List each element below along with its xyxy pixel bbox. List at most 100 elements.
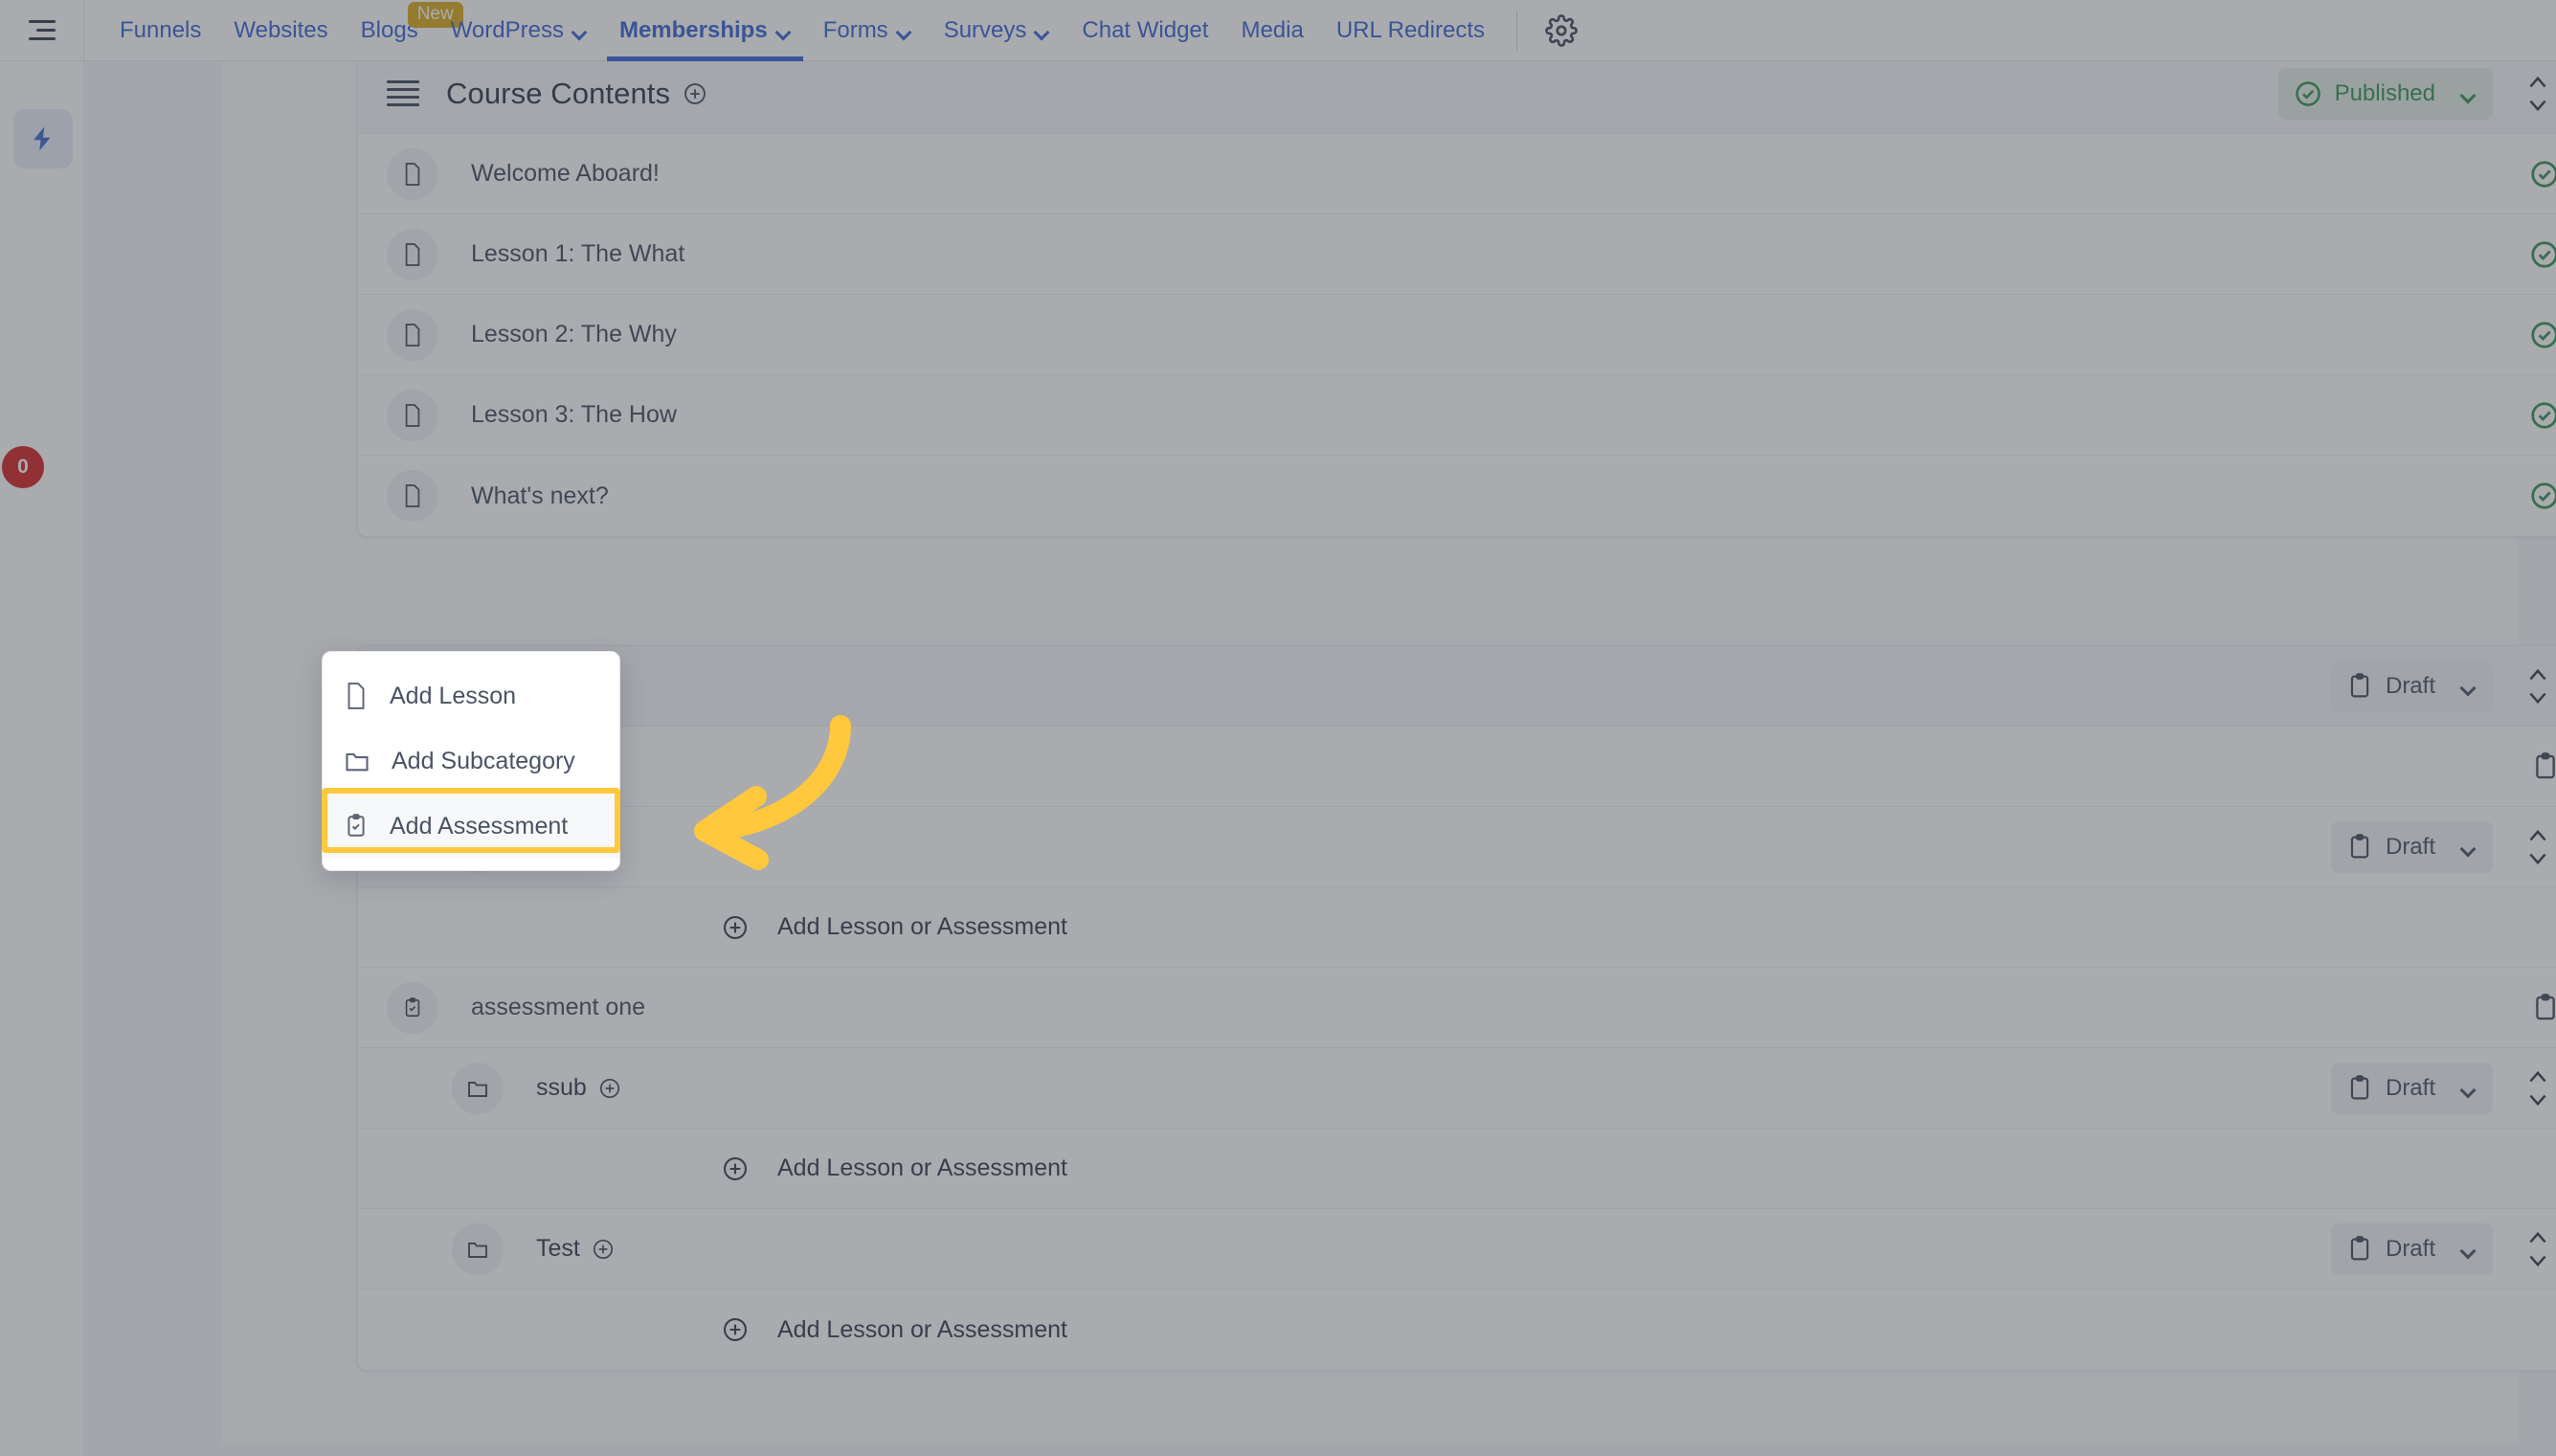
row-label: Test [536, 1235, 580, 1262]
nav-items: Funnels Websites Blogs New WordPress Mem… [84, 0, 1584, 61]
nav-item-label: Funnels [120, 16, 202, 43]
section-title-text: Course Contents [446, 76, 671, 110]
app-root: Funnels Websites Blogs New WordPress Mem… [0, 0, 2556, 1456]
status-label: Published [2334, 79, 2435, 106]
reorder-updown-icon [2529, 1070, 2546, 1106]
section-header-sample: Sample Draft [358, 646, 2556, 727]
settings-button[interactable] [1538, 8, 1584, 54]
reorder-updown-icon [2529, 76, 2546, 111]
row-label: Welcome Aboard! [471, 160, 660, 187]
chevron-down-icon [572, 27, 587, 35]
document-icon [387, 228, 438, 280]
table-row[interactable]: assessment one [358, 968, 2556, 1048]
status-badge-draft[interactable]: Draft [2330, 660, 2493, 712]
nav-item-label: Websites [234, 16, 328, 43]
row-label: Lesson 2: The Why [471, 321, 677, 347]
menu-item-add-lesson[interactable]: Add Lesson [323, 663, 619, 728]
row-status-icon[interactable] [2529, 400, 2556, 431]
check-circle-icon [2531, 240, 2556, 268]
clipboard-icon [2350, 833, 2369, 858]
table-row[interactable]: Welcome Aboard! [358, 134, 2556, 214]
status-label: Draft [2385, 1235, 2435, 1262]
table-row[interactable] [358, 727, 2556, 807]
section-header-course-contents: Course Contents Published [358, 54, 2556, 134]
plus-circle-icon[interactable] [683, 81, 707, 106]
nav-item-label: Memberships [618, 16, 768, 43]
check-circle-icon [2531, 401, 2556, 429]
sidebar-toggle-button[interactable] [0, 0, 84, 61]
plus-circle-icon[interactable] [598, 1077, 621, 1100]
row-label: What's next? [471, 482, 609, 509]
chevron-down-icon [2461, 1245, 2476, 1254]
add-lesson-or-assessment-button[interactable]: Add Lesson or Assessment [358, 1289, 2556, 1370]
status-badge-draft[interactable]: Draft [2330, 1222, 2493, 1275]
menu-item-label: Add Assessment [390, 812, 569, 840]
nav-item-label: URL Redirects [1335, 16, 1485, 43]
section-card-sample: Sample Draft [357, 645, 2556, 1371]
menu-item-label: Add Lesson [390, 682, 517, 709]
section-card-course-contents: Course Contents Published Welcome Aboard… [357, 53, 2556, 537]
table-row[interactable]: Lesson 3: The How [358, 375, 2556, 456]
row-label: assessment one [471, 994, 646, 1020]
plus-circle-icon [723, 915, 748, 939]
lightning-bolt-icon [34, 126, 51, 151]
nav-item-media[interactable]: Media [1224, 0, 1319, 61]
clipboard-check-icon [387, 981, 438, 1034]
status-label: Draft [2385, 833, 2435, 860]
table-row[interactable]: Lesson 2: The Why [358, 295, 2556, 375]
row-status-icon[interactable] [2529, 159, 2556, 190]
nav-item-forms[interactable]: Forms [807, 0, 928, 61]
nav-item-funnels[interactable]: Funnels [103, 0, 217, 61]
reorder-stepper[interactable] [2516, 659, 2556, 714]
table-row[interactable]: What's next? [358, 456, 2556, 536]
row-status-icon[interactable] [2531, 751, 2556, 782]
table-row[interactable]: e Draft [358, 807, 2556, 887]
nav-item-chat-widget[interactable]: Chat Widget [1065, 0, 1224, 61]
nav-item-memberships[interactable]: Memberships [603, 0, 807, 61]
reorder-updown-icon [2529, 668, 2546, 704]
row-status-group: Draft [2330, 819, 2556, 875]
document-icon [387, 470, 438, 522]
chevron-down-icon [2461, 843, 2476, 852]
document-icon [348, 683, 365, 709]
status-badge-draft[interactable]: Draft [2330, 820, 2493, 873]
nav-item-url-redirects[interactable]: URL Redirects [1320, 0, 1501, 61]
reorder-stepper[interactable] [2516, 66, 2556, 122]
row-status-icon[interactable] [2529, 239, 2556, 270]
reorder-stepper[interactable] [2516, 819, 2556, 875]
gear-icon [1545, 13, 1578, 47]
nav-item-label: Forms [822, 16, 888, 43]
folder-icon [452, 1062, 504, 1114]
nav-item-websites[interactable]: Websites [217, 0, 344, 61]
menu-item-add-assessment[interactable]: Add Assessment [323, 794, 619, 859]
chevron-down-icon [2461, 1085, 2476, 1093]
nav-item-blogs[interactable]: Blogs New [345, 0, 463, 61]
plus-circle-icon [723, 1317, 748, 1342]
table-row[interactable]: ssub Draft [358, 1048, 2556, 1129]
notification-badge[interactable]: 0 [2, 446, 44, 488]
table-row[interactable]: Lesson 1: The What [358, 214, 2556, 295]
drag-handle-icon[interactable] [387, 80, 427, 106]
section-title: Course Contents [446, 77, 707, 111]
reorder-stepper[interactable] [2516, 1221, 2556, 1277]
row-label: ssub [536, 1074, 587, 1101]
document-icon [387, 308, 438, 361]
status-badge-draft[interactable]: Draft [2330, 1062, 2493, 1114]
folder-icon [346, 752, 369, 772]
row-status-icon[interactable] [2531, 993, 2556, 1023]
plus-circle-icon[interactable] [592, 1238, 615, 1261]
reorder-stepper[interactable] [2516, 1061, 2556, 1116]
status-badge-published[interactable]: Published [2277, 67, 2493, 120]
nav-item-surveys[interactable]: Surveys [928, 0, 1066, 61]
folder-icon [452, 1222, 504, 1275]
add-lesson-or-assessment-button[interactable]: Add Lesson or Assessment [358, 887, 2556, 968]
add-row-label: Add Lesson or Assessment [777, 1315, 1067, 1343]
quick-actions-button[interactable] [13, 109, 73, 168]
menu-item-add-subcategory[interactable]: Add Subcategory [323, 728, 619, 794]
table-row[interactable]: Test Draft [358, 1209, 2556, 1289]
add-lesson-or-assessment-button[interactable]: Add Lesson or Assessment [358, 1129, 2556, 1209]
row-status-group: Draft [2330, 1221, 2556, 1277]
row-status-icon[interactable] [2529, 481, 2556, 511]
nav-item-wordpress[interactable]: WordPress [435, 0, 603, 61]
row-status-icon[interactable] [2529, 320, 2556, 350]
